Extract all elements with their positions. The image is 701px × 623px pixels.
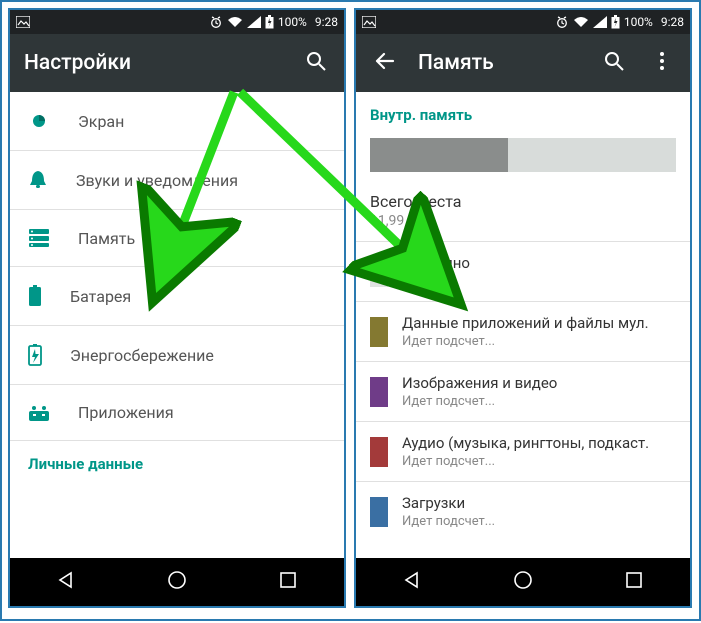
alarm-icon <box>209 15 223 29</box>
square-recent-icon <box>279 571 297 593</box>
storage-row-title: Загрузки <box>402 494 495 512</box>
settings-item-label: Энергосбережение <box>70 346 214 365</box>
storage-row-sub: 6,63 ГБ <box>402 274 470 289</box>
overflow-button[interactable] <box>648 49 676 77</box>
display-icon <box>28 110 50 132</box>
battery-icon <box>28 285 42 307</box>
settings-item-label: Память <box>78 229 135 248</box>
storage-usage-bar <box>370 138 676 172</box>
storage-total-value: 11,99 ГБ <box>370 213 676 229</box>
clock: 9:28 <box>315 15 338 29</box>
image-icon <box>362 16 376 28</box>
storage-row-title: Изображения и видео <box>402 374 557 392</box>
triangle-back-icon <box>402 570 422 594</box>
section-header-internal: Внутр. память <box>356 92 690 132</box>
nav-recent-button[interactable] <box>619 567 649 597</box>
swatch <box>370 317 388 347</box>
square-recent-icon <box>625 571 643 593</box>
nav-recent-button[interactable] <box>273 567 303 597</box>
page-title: Память <box>418 51 580 75</box>
bell-icon <box>28 169 48 191</box>
storage-row-available[interactable]: Доступно 6,63 ГБ <box>356 242 690 302</box>
battery-icon <box>611 15 620 29</box>
settings-item-label: Приложения <box>78 403 174 422</box>
app-bar: Настройки <box>10 34 344 92</box>
signal-icon <box>593 16 607 28</box>
more-vert-icon <box>659 51 665 75</box>
alarm-icon <box>555 15 569 29</box>
circle-home-icon <box>166 569 188 595</box>
section-header-personal: Личные данные <box>10 441 344 481</box>
storage-row-title: Аудио (музыка, рингтоны, подкаст. <box>402 434 649 452</box>
swatch <box>370 377 388 407</box>
battery-percent: 100% <box>278 15 307 29</box>
settings-item-sound[interactable]: Звуки и уведомления <box>10 151 344 210</box>
storage-row-audio[interactable]: Аудио (музыка, рингтоны, подкаст. Идет п… <box>356 422 690 482</box>
storage-row-title: Доступно <box>402 254 470 272</box>
settings-list: Экран Звуки и уведомления Память Батарея <box>10 92 344 558</box>
arrow-back-icon <box>373 50 395 76</box>
settings-item-label: Экран <box>78 112 124 131</box>
storage-used-segment <box>370 138 508 172</box>
settings-item-label: Батарея <box>70 287 131 306</box>
memory-panel: Внутр. память Всего места 11,99 ГБ Досту… <box>356 92 690 558</box>
app-bar: Память <box>356 34 690 92</box>
swatch <box>370 497 388 527</box>
search-icon <box>603 50 625 76</box>
storage-row-appdata[interactable]: Данные приложений и файлы мул. Идет подс… <box>356 302 690 362</box>
storage-row-sub: Идет подсчет... <box>402 514 495 529</box>
storage-total-row[interactable]: Всего места 11,99 ГБ <box>356 188 690 242</box>
page-title: Настройки <box>24 51 282 75</box>
status-bar: 100% 9:28 <box>356 10 690 34</box>
nav-bar <box>10 558 344 606</box>
settings-item-apps[interactable]: Приложения <box>10 385 344 441</box>
nav-back-button[interactable] <box>51 567 81 597</box>
search-button[interactable] <box>600 49 628 77</box>
phone-memory: 100% 9:28 Память Внутр <box>354 8 692 608</box>
nav-home-button[interactable] <box>162 567 192 597</box>
swatch <box>370 437 388 467</box>
settings-item-battery[interactable]: Батарея <box>10 267 344 326</box>
battery-icon <box>265 15 274 29</box>
phone-settings: 100% 9:28 Настройки Экран <box>8 8 346 608</box>
storage-row-sub: Идет подсчет... <box>402 334 649 349</box>
signal-icon <box>247 16 261 28</box>
image-icon <box>16 16 30 28</box>
storage-row-images[interactable]: Изображения и видео Идет подсчет... <box>356 362 690 422</box>
settings-item-display[interactable]: Экран <box>10 92 344 151</box>
energy-icon <box>28 344 42 366</box>
storage-row-downloads[interactable]: Загрузки Идет подсчет... <box>356 482 690 541</box>
settings-item-label: Звуки и уведомления <box>76 171 238 190</box>
battery-percent: 100% <box>624 15 653 29</box>
nav-bar <box>356 558 690 606</box>
wifi-icon <box>573 16 589 28</box>
storage-row-title: Данные приложений и файлы мул. <box>402 314 649 332</box>
storage-row-sub: Идет подсчет... <box>402 454 649 469</box>
circle-home-icon <box>512 569 534 595</box>
status-bar: 100% 9:28 <box>10 10 344 34</box>
search-icon <box>305 50 327 76</box>
storage-row-sub: Идет подсчет... <box>402 394 557 409</box>
storage-total-label: Всего места <box>370 192 676 211</box>
search-button[interactable] <box>302 49 330 77</box>
nav-home-button[interactable] <box>508 567 538 597</box>
storage-icon <box>28 228 50 248</box>
back-button[interactable] <box>370 49 398 77</box>
wifi-icon <box>227 16 243 28</box>
apps-icon <box>28 404 50 422</box>
nav-back-button[interactable] <box>397 567 427 597</box>
swatch <box>370 257 388 287</box>
settings-item-memory[interactable]: Память <box>10 210 344 267</box>
settings-item-energy[interactable]: Энергосбережение <box>10 326 344 385</box>
clock: 9:28 <box>661 15 684 29</box>
triangle-back-icon <box>56 570 76 594</box>
